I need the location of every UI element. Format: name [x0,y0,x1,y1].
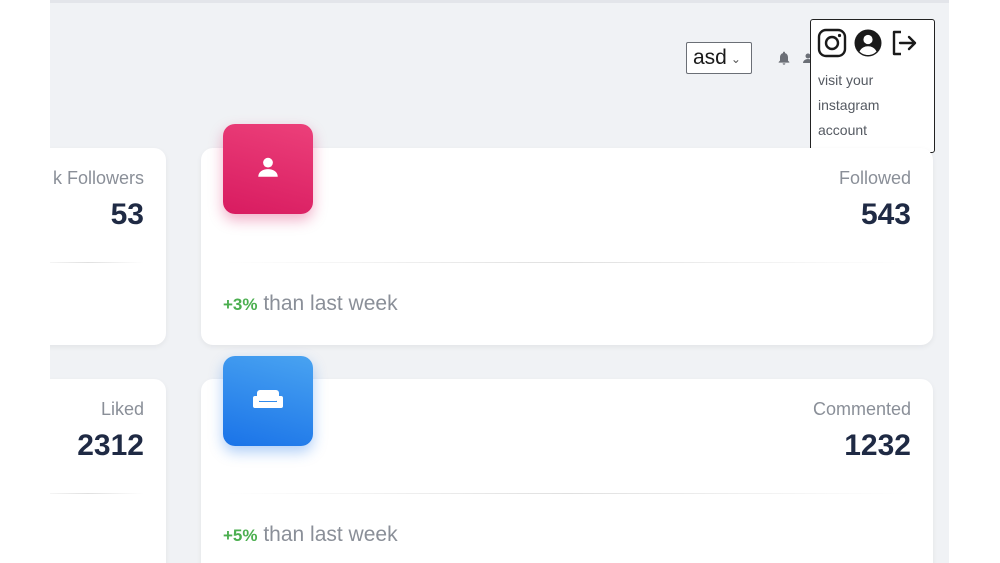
card-divider [223,262,911,263]
card-value: 1232 [844,429,911,462]
change-text: than last week [257,523,398,546]
dashboard-viewport: asd ⌄ visit your instagram account k Fol… [50,0,949,563]
card-label: Commented [812,399,911,419]
card-footer: +3% than last week [223,292,398,316]
card-label: Followed [838,168,911,188]
change-percent: +5% [223,526,258,545]
card-divider [50,262,144,263]
popup-text[interactable]: visit your instagram account [818,68,928,143]
card-value: 2312 [77,429,144,462]
card-divider [50,493,144,494]
followed-icon-box [223,124,313,214]
weekend-icon [251,386,285,417]
card-value: 53 [110,198,144,231]
commented-icon-box [223,356,313,446]
change-percent: +3% [223,295,258,314]
card-label: Liked [100,399,144,419]
chevron-down-icon: ⌄ [730,52,741,66]
notifications-icon[interactable] [776,49,792,72]
account-select-value: asd [693,46,727,69]
liked-card: Liked 2312 [50,379,166,563]
logout-icon[interactable] [889,28,919,63]
card-label: k Followers [52,168,144,188]
change-text: than last week [257,292,398,315]
card-value: 543 [860,198,911,231]
person-icon [255,154,281,185]
card-footer: +5% than last week [223,523,398,547]
instagram-icon[interactable] [817,28,847,63]
followers-card: k Followers 53 [50,148,166,345]
account-select[interactable]: asd ⌄ [686,42,752,74]
card-divider [223,493,911,494]
account-circle-icon[interactable] [853,28,883,63]
instagram-popup: visit your instagram account [810,19,935,153]
